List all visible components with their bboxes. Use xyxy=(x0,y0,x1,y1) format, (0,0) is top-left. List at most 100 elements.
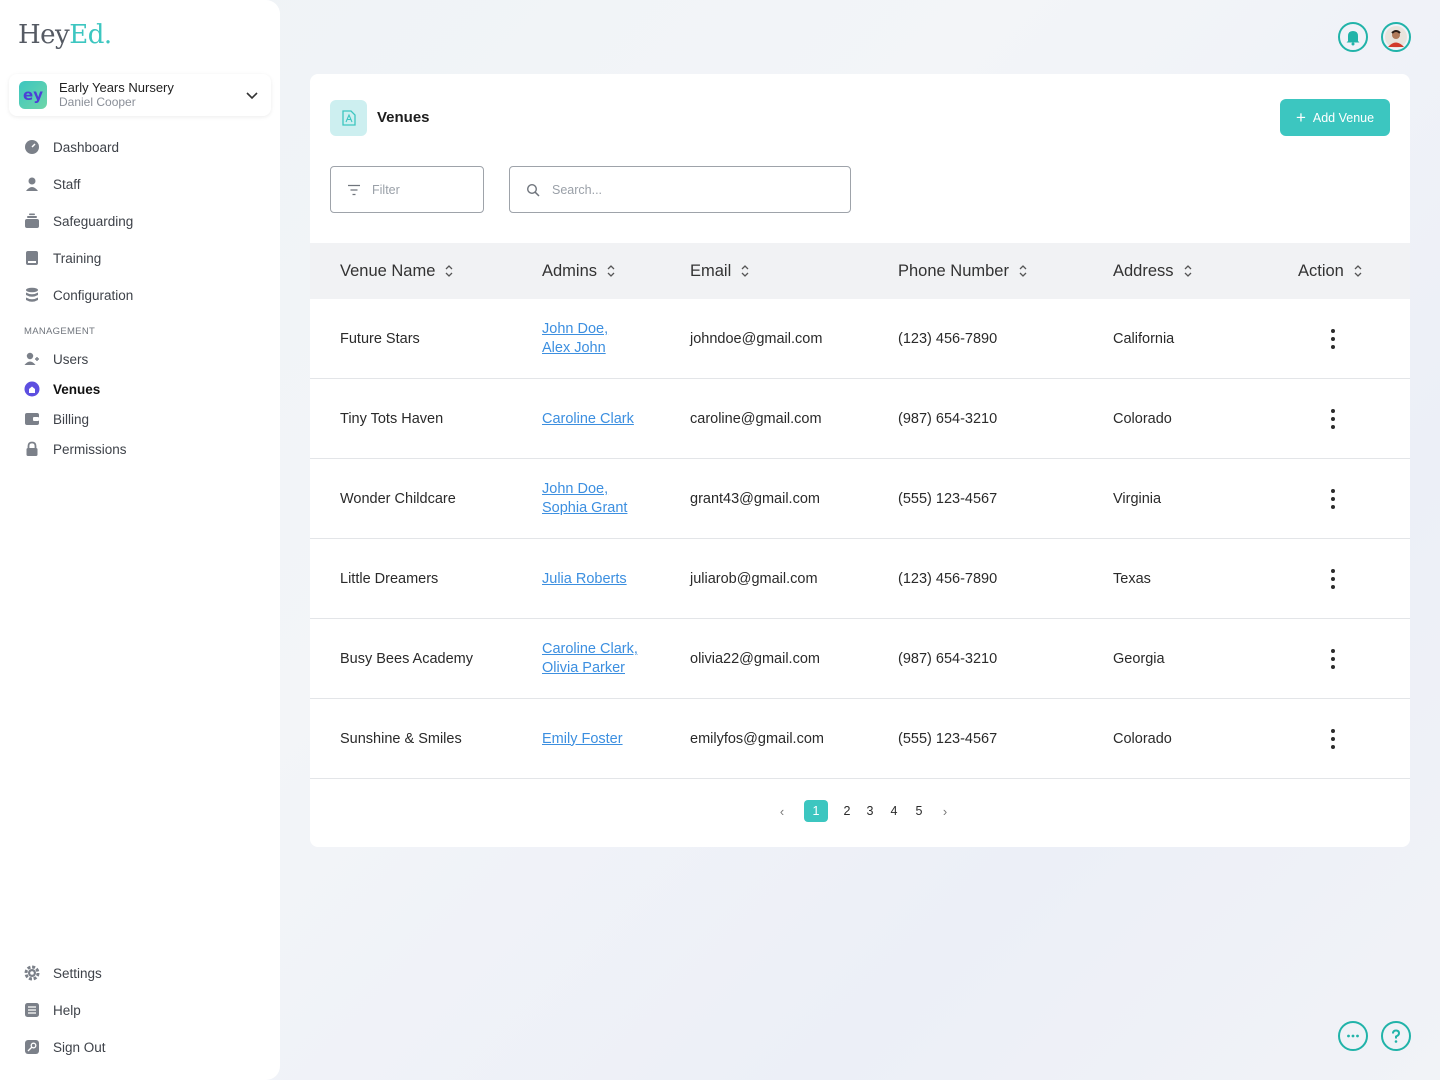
sidebar-item-safeguarding[interactable]: Safeguarding xyxy=(24,210,133,232)
filter-icon xyxy=(348,184,360,195)
section-label-management: MANAGEMENT xyxy=(24,326,96,337)
admins-cell: Caroline Clark xyxy=(542,379,634,459)
venue-name: Busy Bees Academy xyxy=(340,651,473,667)
admin-link[interactable]: John Doe, xyxy=(542,480,608,499)
sidebar-item-label: Billing xyxy=(53,411,90,427)
address: Colorado xyxy=(1113,731,1172,747)
sidebar-item-sign-out[interactable]: Sign Out xyxy=(24,1036,106,1058)
row-actions-button[interactable] xyxy=(1323,699,1343,779)
sidebar-item-label: Sign Out xyxy=(53,1039,106,1055)
sidebar-item-help[interactable]: Help xyxy=(24,999,81,1021)
admin-link[interactable]: Caroline Clark xyxy=(542,410,634,429)
column-header-email[interactable]: Email xyxy=(690,243,750,299)
page-button[interactable]: 5 xyxy=(913,800,925,822)
dashboard-icon xyxy=(24,139,40,155)
page-button-current[interactable]: 1 xyxy=(804,800,828,822)
column-header-address[interactable]: Address xyxy=(1113,243,1193,299)
row-actions-button[interactable] xyxy=(1323,539,1343,619)
sidebar-item-label: Permissions xyxy=(53,441,127,457)
sidebar-item-venues[interactable]: Venues xyxy=(24,378,100,400)
email: caroline@gmail.com xyxy=(690,411,822,427)
chat-icon xyxy=(1347,1034,1359,1038)
venue-name: Future Stars xyxy=(340,331,420,347)
logo-main: Hey xyxy=(18,20,70,50)
row-actions-button[interactable] xyxy=(1323,459,1343,539)
sidebar-item-staff[interactable]: Staff xyxy=(24,173,81,195)
page-button[interactable]: 3 xyxy=(864,800,876,822)
table-row: Busy Bees Academy Caroline Clark, Olivia… xyxy=(310,619,1410,699)
search-input[interactable] xyxy=(552,182,832,197)
next-page-button[interactable]: › xyxy=(939,800,951,822)
sidebar-item-label: Staff xyxy=(53,176,81,192)
sort-icon xyxy=(607,265,615,277)
admins-cell: John Doe, Alex John xyxy=(542,299,608,379)
sidebar-item-dashboard[interactable]: Dashboard xyxy=(24,136,119,158)
row-actions-button[interactable] xyxy=(1323,299,1343,379)
sidebar-item-label: Training xyxy=(53,250,102,266)
column-header-action[interactable]: Action xyxy=(1298,243,1363,299)
admin-link[interactable]: Alex John xyxy=(542,339,606,358)
table-row: Little Dreamers Julia Roberts juliarob@g… xyxy=(310,539,1410,619)
profile-avatar-button[interactable] xyxy=(1381,22,1411,52)
lock-icon xyxy=(24,441,40,457)
row-actions-button[interactable] xyxy=(1323,379,1343,459)
email: johndoe@gmail.com xyxy=(690,331,823,347)
home-icon xyxy=(24,381,40,397)
sidebar-item-configuration[interactable]: Configuration xyxy=(24,284,133,306)
admins-cell: John Doe, Sophia Grant xyxy=(542,459,627,539)
more-vertical-icon xyxy=(1323,404,1343,434)
sidebar-item-label: Settings xyxy=(53,965,102,981)
column-label: Venue Name xyxy=(340,261,436,280)
sidebar-item-billing[interactable]: Billing xyxy=(24,408,89,430)
more-vertical-icon xyxy=(1323,324,1343,354)
phone-number: (987) 654-3210 xyxy=(898,411,998,427)
add-venue-label: Add Venue xyxy=(1312,110,1375,125)
admin-link[interactable]: John Doe, xyxy=(542,320,608,339)
sidebar: HeyEd. ey Early Years Nursery Daniel Coo… xyxy=(0,0,280,1080)
column-label: Admins xyxy=(542,261,598,280)
prev-page-button[interactable]: ‹ xyxy=(776,800,788,822)
sidebar-item-users[interactable]: Users xyxy=(24,348,88,370)
admin-link[interactable]: Emily Foster xyxy=(542,730,623,749)
logo-accent: Ed. xyxy=(69,20,112,50)
app-logo[interactable]: HeyEd. xyxy=(18,20,112,50)
sidebar-item-training[interactable]: Training xyxy=(24,247,101,269)
organization-logo: ey xyxy=(19,81,47,109)
table-header: Venue Name Admins Email Phone Number Add… xyxy=(310,243,1410,299)
filter-button[interactable]: Filter xyxy=(330,166,484,213)
sidebar-item-settings[interactable]: Settings xyxy=(24,962,102,984)
page-button[interactable]: 2 xyxy=(841,800,853,822)
sidebar-item-permissions[interactable]: Permissions xyxy=(24,438,127,460)
address: Texas xyxy=(1113,571,1151,587)
column-header-phone-number[interactable]: Phone Number xyxy=(898,243,1028,299)
add-venue-button[interactable]: + Add Venue xyxy=(1280,99,1390,136)
sidebar-item-label: Help xyxy=(53,1002,81,1018)
more-vertical-icon xyxy=(1323,564,1343,594)
layers-icon xyxy=(24,213,40,229)
admins-cell: Emily Foster xyxy=(542,699,623,779)
current-user-name: Daniel Cooper xyxy=(59,95,136,109)
more-vertical-icon xyxy=(1323,724,1343,754)
address: Colorado xyxy=(1113,411,1172,427)
email: grant43@gmail.com xyxy=(690,491,820,507)
sort-icon xyxy=(1019,265,1027,277)
help-button[interactable] xyxy=(1381,1021,1411,1051)
admin-link[interactable]: Caroline Clark, xyxy=(542,640,638,659)
column-header-admins[interactable]: Admins xyxy=(542,243,616,299)
venue-name: Little Dreamers xyxy=(340,571,439,587)
column-header-venue-name[interactable]: Venue Name xyxy=(340,243,454,299)
row-actions-button[interactable] xyxy=(1323,619,1343,699)
address: California xyxy=(1113,331,1175,347)
notifications-button[interactable] xyxy=(1338,22,1368,52)
organization-switcher[interactable]: ey Early Years Nursery Daniel Cooper xyxy=(9,74,271,116)
search-icon xyxy=(526,183,540,197)
phone-number: (123) 456-7890 xyxy=(898,331,998,347)
phone-number: (987) 654-3210 xyxy=(898,651,998,667)
address: Virginia xyxy=(1113,491,1162,507)
admin-link[interactable]: Olivia Parker xyxy=(542,659,625,678)
page-button[interactable]: 4 xyxy=(888,800,900,822)
admin-link[interactable]: Julia Roberts xyxy=(542,570,627,589)
list-icon xyxy=(24,1002,40,1018)
admin-link[interactable]: Sophia Grant xyxy=(542,499,627,518)
chat-button[interactable] xyxy=(1338,1021,1368,1051)
